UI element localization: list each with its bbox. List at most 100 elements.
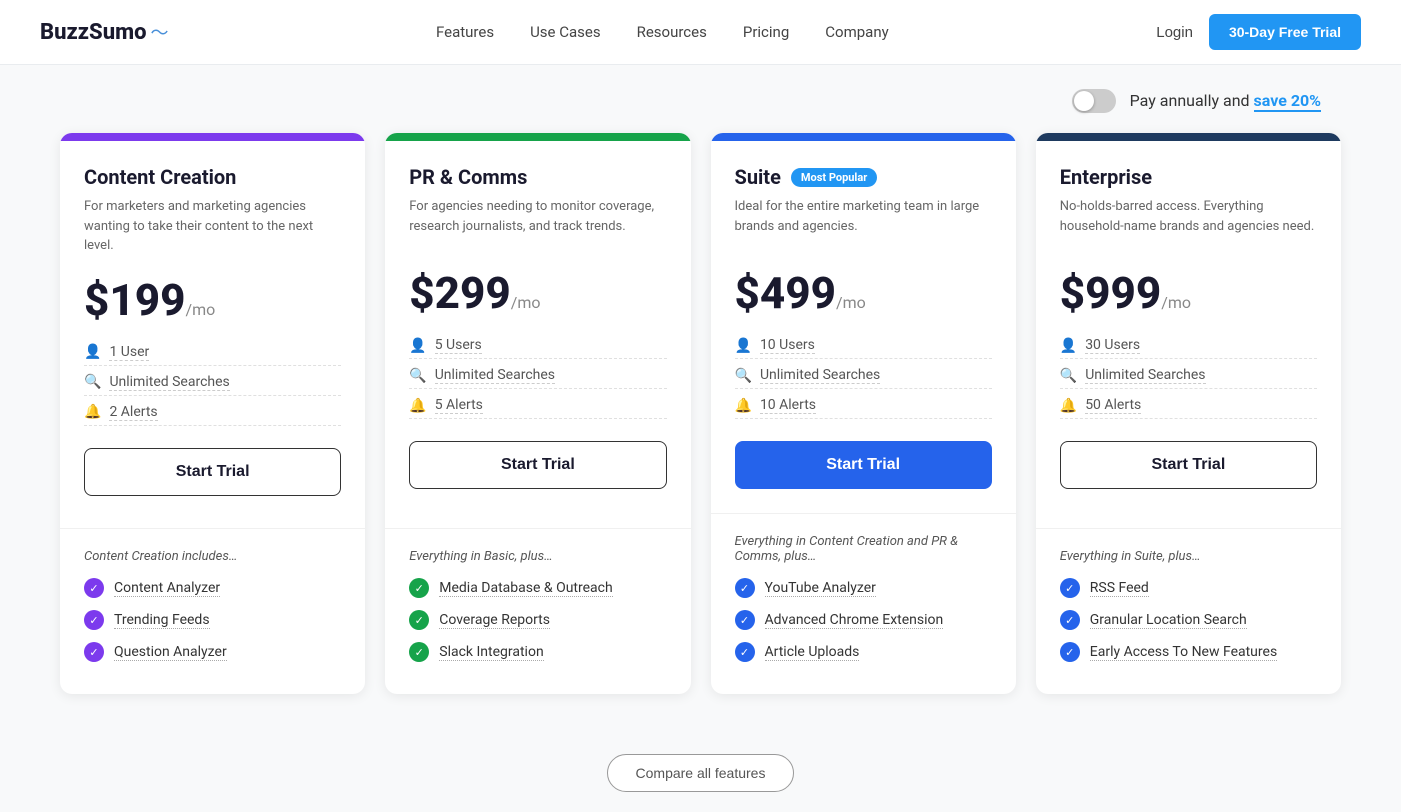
price-period: /mo xyxy=(186,300,216,319)
plan-features: Everything in Suite, plus… ✓ RSS Feed ✓ … xyxy=(1036,528,1341,694)
plan-meta-item: 👤 5 Users xyxy=(409,337,666,359)
price-amount: $499 xyxy=(735,267,837,319)
meta-icon: 🔔 xyxy=(84,404,101,420)
feature-label: Trending Feeds xyxy=(114,612,210,629)
start-trial-button[interactable]: Start Trial xyxy=(409,441,666,489)
meta-icon: 🔍 xyxy=(735,368,752,384)
plan-features: Everything in Content Creation and PR & … xyxy=(711,513,1016,694)
feature-item: ✓ Question Analyzer xyxy=(84,642,341,662)
check-icon: ✓ xyxy=(1060,642,1080,662)
price-amount: $299 xyxy=(409,267,511,319)
features-intro: Everything in Content Creation and PR & … xyxy=(735,534,992,564)
meta-text: 50 Alerts xyxy=(1085,397,1141,414)
nav-company[interactable]: Company xyxy=(825,23,888,41)
meta-icon: 👤 xyxy=(84,344,101,360)
plan-body: Enterprise No-holds-barred access. Every… xyxy=(1036,141,1341,528)
logo[interactable]: BuzzSumo 〜 xyxy=(40,19,168,45)
plan-meta-item: 🔔 5 Alerts xyxy=(409,397,666,419)
plan-features: Everything in Basic, plus… ✓ Media Datab… xyxy=(385,528,690,694)
meta-text: Unlimited Searches xyxy=(109,374,229,391)
compare-section: Compare all features xyxy=(0,734,1401,812)
plan-top-bar xyxy=(1036,133,1341,141)
meta-icon: 🔍 xyxy=(409,368,426,384)
feature-label: Coverage Reports xyxy=(439,612,550,629)
plan-name: Content Creation xyxy=(84,165,341,189)
plan-meta-item: 🔍 Unlimited Searches xyxy=(735,367,992,389)
check-icon: ✓ xyxy=(735,610,755,630)
login-button[interactable]: Login xyxy=(1156,24,1193,41)
feature-item: ✓ Media Database & Outreach xyxy=(409,578,666,598)
meta-icon: 👤 xyxy=(409,338,426,354)
feature-item: ✓ RSS Feed xyxy=(1060,578,1317,598)
plan-price: $499/mo xyxy=(735,267,992,319)
feature-item: ✓ Advanced Chrome Extension xyxy=(735,610,992,630)
check-icon: ✓ xyxy=(409,610,429,630)
feature-label: YouTube Analyzer xyxy=(765,580,876,597)
toggle-knob xyxy=(1074,91,1094,111)
plan-card-pr-comms: PR & Comms For agencies needing to monit… xyxy=(385,133,690,694)
nav-features[interactable]: Features xyxy=(436,23,494,41)
feature-label: RSS Feed xyxy=(1090,580,1149,597)
meta-icon: 🔍 xyxy=(1060,368,1077,384)
meta-text: Unlimited Searches xyxy=(435,367,555,384)
plan-description: For marketers and marketing agencies wan… xyxy=(84,197,341,256)
plan-meta-item: 🔍 Unlimited Searches xyxy=(1060,367,1317,389)
plan-meta-item: 🔔 2 Alerts xyxy=(84,404,341,426)
plan-name: Suite Most Popular xyxy=(735,165,992,189)
plan-body: Content Creation For marketers and marke… xyxy=(60,141,365,528)
start-trial-button[interactable]: Start Trial xyxy=(84,448,341,496)
plan-price: $999/mo xyxy=(1060,267,1317,319)
meta-text: 10 Users xyxy=(760,337,815,354)
check-icon: ✓ xyxy=(409,578,429,598)
plan-body: PR & Comms For agencies needing to monit… xyxy=(385,141,690,528)
logo-text: BuzzSumo xyxy=(40,20,146,45)
meta-text: Unlimited Searches xyxy=(1085,367,1205,384)
plan-description: No-holds-barred access. Everything house… xyxy=(1060,197,1317,249)
plan-top-bar xyxy=(60,133,365,141)
free-trial-button[interactable]: 30-Day Free Trial xyxy=(1209,14,1361,50)
nav-pricing[interactable]: Pricing xyxy=(743,23,789,41)
feature-item: ✓ Trending Feeds xyxy=(84,610,341,630)
check-icon: ✓ xyxy=(735,642,755,662)
feature-item: ✓ YouTube Analyzer xyxy=(735,578,992,598)
meta-text: 5 Alerts xyxy=(435,397,483,414)
nav-use-cases[interactable]: Use Cases xyxy=(530,23,601,41)
feature-label: Content Analyzer xyxy=(114,580,220,597)
plan-meta-list: 👤 10 Users 🔍 Unlimited Searches 🔔 10 Ale… xyxy=(735,337,992,419)
meta-text: 2 Alerts xyxy=(109,404,157,421)
billing-toggle-label: Pay annually and save 20% xyxy=(1130,91,1321,112)
plan-name: Enterprise xyxy=(1060,165,1317,189)
popular-badge: Most Popular xyxy=(791,168,877,187)
check-icon: ✓ xyxy=(1060,578,1080,598)
feature-label: Early Access To New Features xyxy=(1090,644,1277,661)
plan-meta-item: 🔔 10 Alerts xyxy=(735,397,992,419)
plan-meta-item: 🔔 50 Alerts xyxy=(1060,397,1317,419)
meta-icon: 👤 xyxy=(1060,338,1077,354)
plan-meta-list: 👤 5 Users 🔍 Unlimited Searches 🔔 5 Alert… xyxy=(409,337,666,419)
meta-text: 10 Alerts xyxy=(760,397,816,414)
feature-label: Slack Integration xyxy=(439,644,543,661)
start-trial-button[interactable]: Start Trial xyxy=(1060,441,1317,489)
meta-text: 30 Users xyxy=(1085,337,1140,354)
navigation: BuzzSumo 〜 Features Use Cases Resources … xyxy=(0,0,1401,65)
meta-icon: 👤 xyxy=(735,338,752,354)
plan-top-bar xyxy=(385,133,690,141)
nav-resources[interactable]: Resources xyxy=(637,23,707,41)
start-trial-button[interactable]: Start Trial xyxy=(735,441,992,489)
annual-billing-toggle[interactable] xyxy=(1072,89,1116,113)
plan-price: $199/mo xyxy=(84,274,341,326)
logo-icon: 〜 xyxy=(150,19,168,45)
price-amount: $199 xyxy=(84,274,186,326)
price-period: /mo xyxy=(511,293,541,312)
plan-card-enterprise: Enterprise No-holds-barred access. Every… xyxy=(1036,133,1341,694)
feature-label: Granular Location Search xyxy=(1090,612,1247,629)
plan-card-content-creation: Content Creation For marketers and marke… xyxy=(60,133,365,694)
plan-meta-item: 👤 1 User xyxy=(84,344,341,366)
plan-description: Ideal for the entire marketing team in l… xyxy=(735,197,992,249)
feature-item: ✓ Coverage Reports xyxy=(409,610,666,630)
meta-icon: 🔍 xyxy=(84,374,101,390)
plan-meta-list: 👤 30 Users 🔍 Unlimited Searches 🔔 50 Ale… xyxy=(1060,337,1317,419)
compare-all-button[interactable]: Compare all features xyxy=(607,754,795,792)
feature-label: Article Uploads xyxy=(765,644,860,661)
check-icon: ✓ xyxy=(84,578,104,598)
